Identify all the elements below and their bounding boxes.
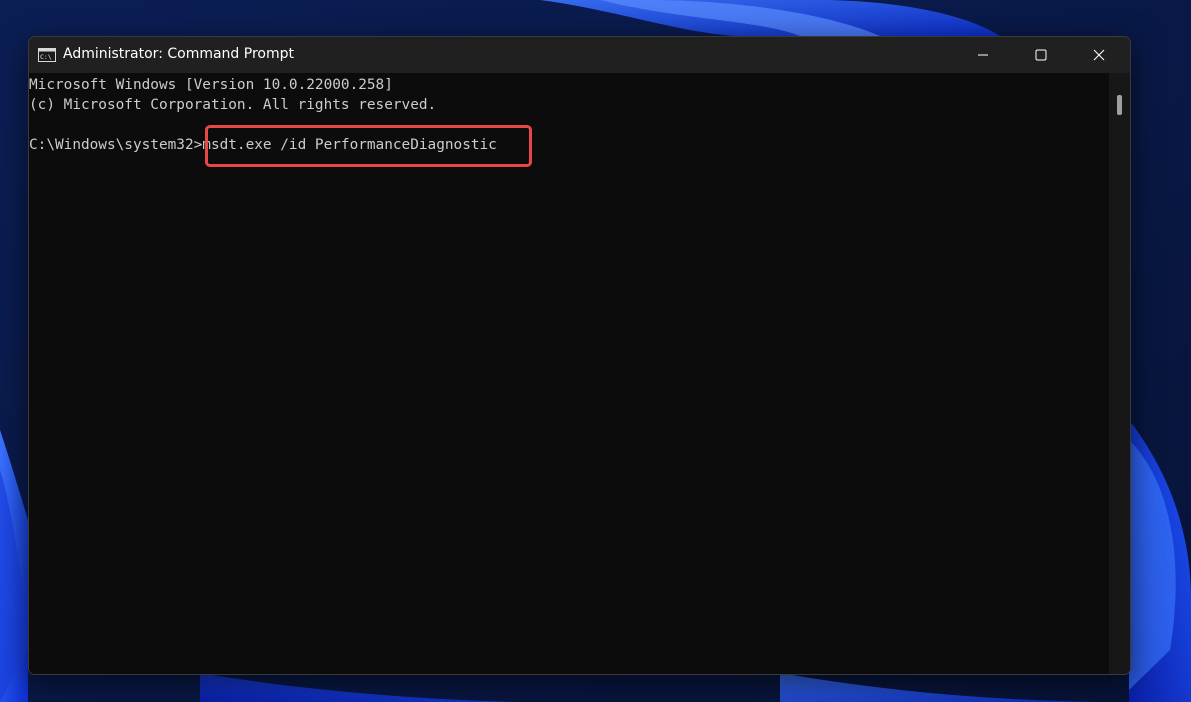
close-icon (1093, 46, 1105, 65)
title-bar[interactable]: C:\ Administrator: Command Prompt (29, 37, 1130, 73)
console-output[interactable]: Microsoft Windows [Version 10.0.22000.25… (29, 73, 1109, 674)
svg-text:C:\: C:\ (40, 53, 52, 61)
minimize-icon (977, 46, 989, 65)
maximize-icon (1035, 46, 1047, 65)
console-line-version: Microsoft Windows [Version 10.0.22000.25… (29, 77, 393, 93)
cmd-icon: C:\ (38, 47, 56, 62)
command-highlight-box (205, 125, 532, 167)
maximize-button[interactable] (1012, 37, 1070, 73)
scrollbar-thumb[interactable] (1117, 95, 1122, 115)
minimize-button[interactable] (954, 37, 1012, 73)
vertical-scrollbar[interactable] (1109, 73, 1130, 674)
command-prompt-window[interactable]: C:\ Administrator: Command Prompt Micros… (28, 36, 1131, 675)
console-line-copyright: (c) Microsoft Corporation. All rights re… (29, 97, 437, 113)
window-title: Administrator: Command Prompt (63, 46, 294, 62)
close-button[interactable] (1070, 37, 1128, 73)
